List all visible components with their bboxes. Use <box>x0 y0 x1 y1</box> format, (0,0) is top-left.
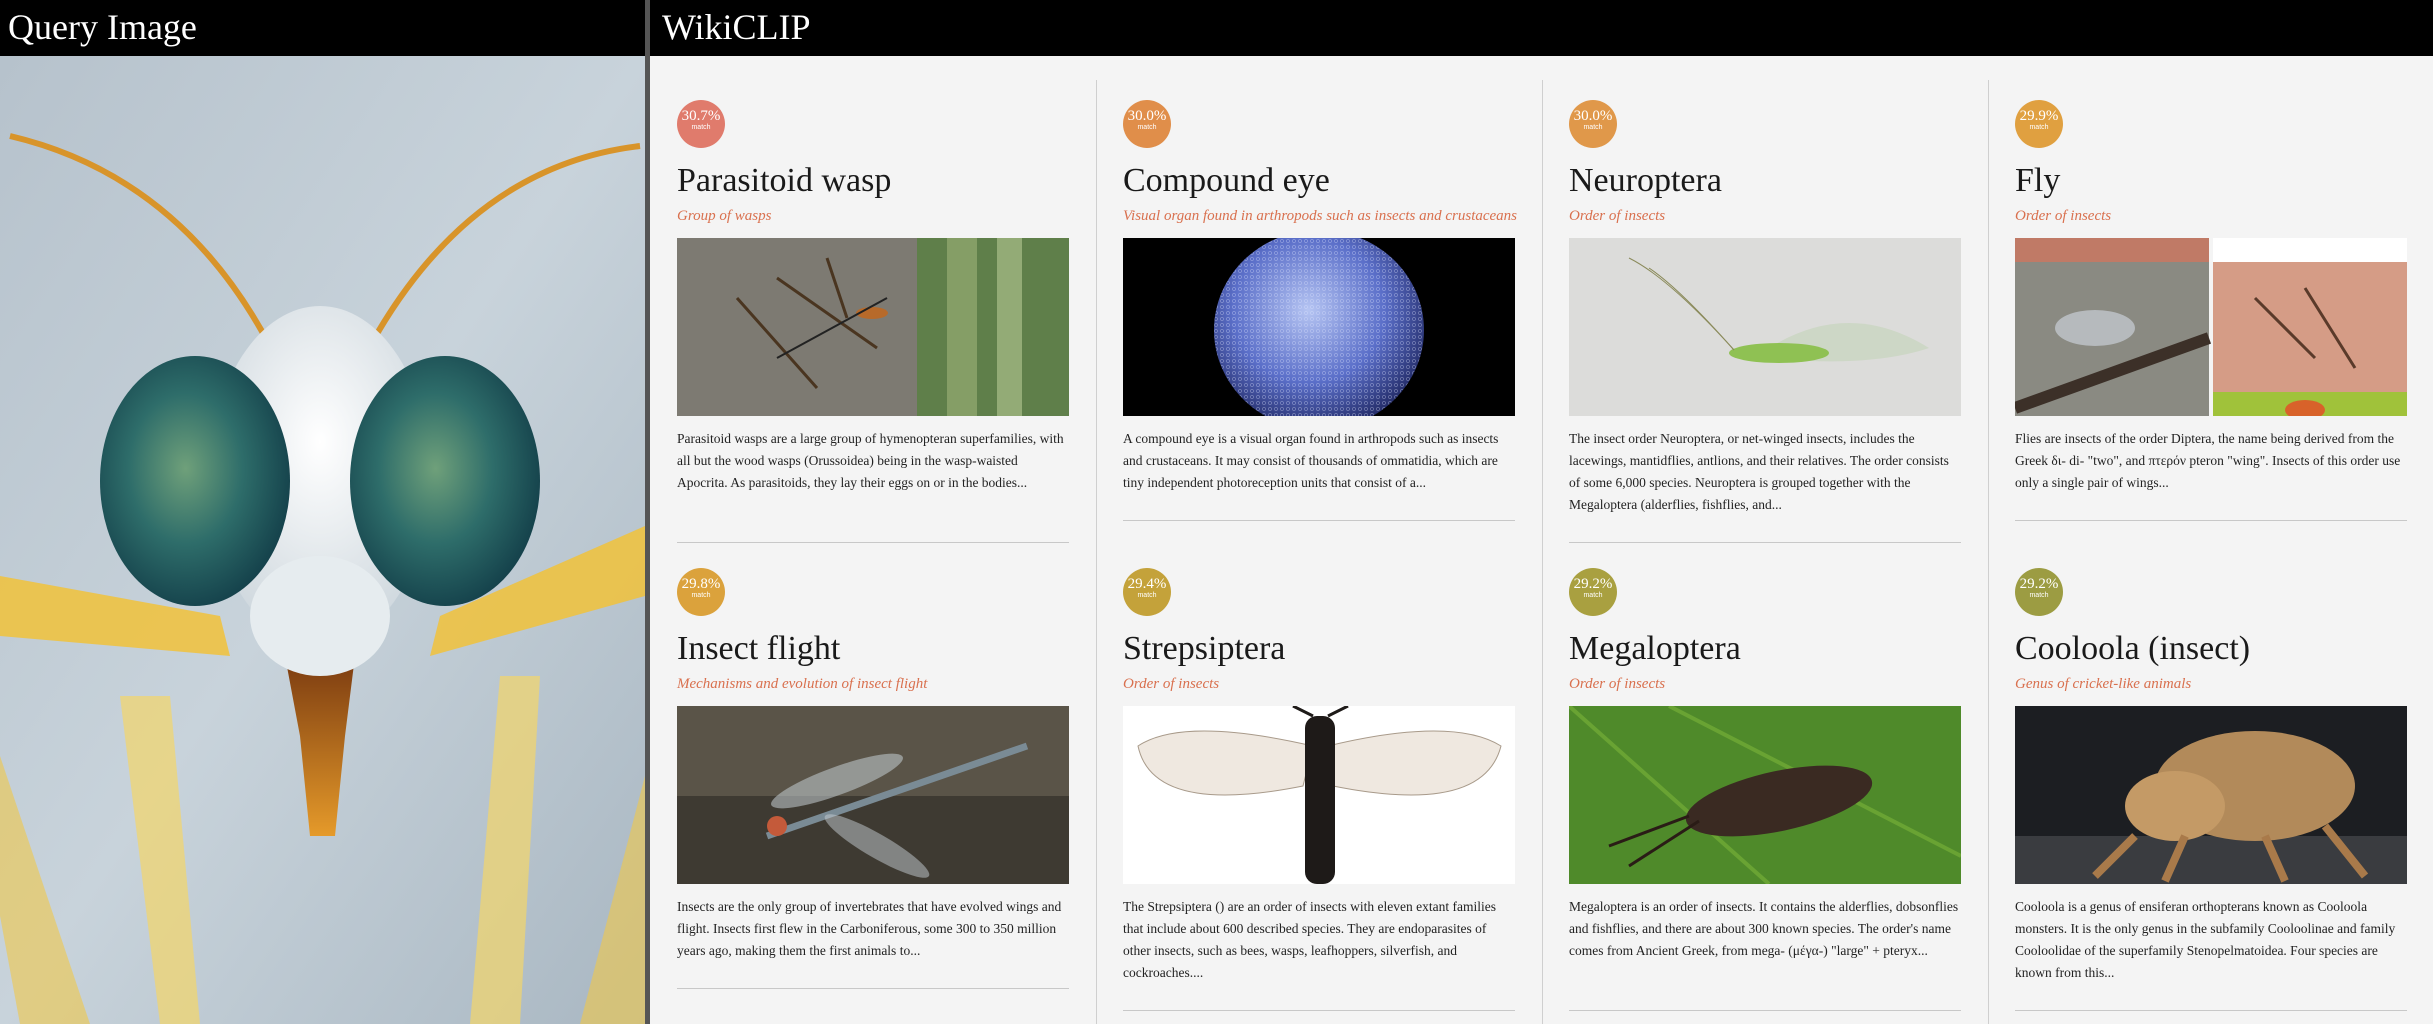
card-divider <box>2015 1010 2407 1011</box>
result-card[interactable]: 29.9% match Fly Order of insects Flies a… <box>2015 100 2407 560</box>
result-subtitle: Order of insects <box>2015 208 2112 224</box>
results-grid: 30.7% match Parasitoid wasp Group of was… <box>650 56 2433 1024</box>
match-score: 29.9% <box>2019 108 2059 124</box>
result-card[interactable]: 29.8% match Insect flight Mechanisms and… <box>677 568 1069 1024</box>
match-score: 30.0% <box>1127 108 1167 124</box>
result-image[interactable] <box>2015 706 2407 884</box>
match-score-badge: 29.2% match <box>2015 568 2063 616</box>
card-divider <box>677 988 1069 989</box>
match-score: 29.2% <box>2019 576 2059 592</box>
result-image[interactable] <box>1123 238 1515 416</box>
column-divider <box>1988 80 1989 1024</box>
result-card[interactable]: 30.7% match Parasitoid wasp Group of was… <box>677 100 1069 560</box>
card-divider <box>1123 1010 1515 1011</box>
match-score-badge: 29.2% match <box>1569 568 1617 616</box>
result-subtitle: Genus of cricket-like animals <box>2015 676 2192 692</box>
result-title[interactable]: Fly <box>2015 162 2060 200</box>
result-subtitle: Order of insects <box>1123 676 1220 692</box>
result-title[interactable]: Neuroptera <box>1569 162 1722 200</box>
query-image <box>0 56 645 1024</box>
result-title[interactable]: Parasitoid wasp <box>677 162 891 200</box>
result-card[interactable]: 29.2% match Cooloola (insect) Genus of c… <box>2015 568 2407 1024</box>
card-divider <box>1123 520 1515 521</box>
result-description: Flies are insects of the order Diptera, … <box>2015 431 2401 490</box>
result-description: Cooloola is a genus of ensiferan orthopt… <box>2015 899 2396 980</box>
result-description: Insects are the only group of invertebra… <box>677 899 1062 958</box>
query-panel-title: Query Image <box>0 0 645 56</box>
results-panel-title: WikiCLIP <box>650 0 2433 56</box>
match-label: match <box>2029 124 2049 131</box>
column-divider <box>1542 80 1543 1024</box>
match-label: match <box>691 124 711 131</box>
match-score-badge: 30.0% match <box>1123 100 1171 148</box>
match-label: match <box>1583 592 1603 599</box>
result-title[interactable]: Cooloola (insect) <box>2015 630 2250 668</box>
result-subtitle: Order of insects <box>1569 676 1666 692</box>
match-label: match <box>2029 592 2049 599</box>
query-panel: Query Image <box>0 0 645 1024</box>
result-subtitle: Visual organ found in arthropods such as… <box>1123 208 1518 224</box>
result-card[interactable]: 29.2% match Megaloptera Order of insects… <box>1569 568 1961 1024</box>
match-label: match <box>1137 124 1157 131</box>
result-card[interactable]: 30.0% match Neuroptera Order of insects … <box>1569 100 1961 560</box>
match-score: 30.7% <box>681 108 721 124</box>
card-divider <box>677 542 1069 543</box>
match-score-badge: 29.8% match <box>677 568 725 616</box>
result-title[interactable]: Strepsiptera <box>1123 630 1285 668</box>
result-description: The Strepsiptera () are an order of inse… <box>1123 899 1496 980</box>
result-image[interactable] <box>1569 706 1961 884</box>
match-score-badge: 29.4% match <box>1123 568 1171 616</box>
card-divider <box>2015 520 2407 521</box>
match-score-badge: 30.7% match <box>677 100 725 148</box>
match-score-badge: 30.0% match <box>1569 100 1617 148</box>
card-divider <box>1569 1010 1961 1011</box>
result-description: The insect order Neuroptera, or net-wing… <box>1569 431 1949 512</box>
match-score: 29.4% <box>1127 576 1167 592</box>
result-title[interactable]: Compound eye <box>1123 162 1330 200</box>
card-divider <box>1569 542 1961 543</box>
result-description: Megaloptera is an order of insects. It c… <box>1569 899 1959 958</box>
result-image[interactable] <box>1569 238 1961 416</box>
match-score: 30.0% <box>1573 108 1613 124</box>
match-score: 29.8% <box>681 576 721 592</box>
match-label: match <box>691 592 711 599</box>
result-image[interactable] <box>1123 706 1515 884</box>
match-score-badge: 29.9% match <box>2015 100 2063 148</box>
match-label: match <box>1137 592 1157 599</box>
result-title[interactable]: Insect flight <box>677 630 840 668</box>
column-divider <box>1096 80 1097 1024</box>
result-subtitle: Mechanisms and evolution of insect fligh… <box>677 676 928 692</box>
results-panel: WikiCLIP 30.7% match Parasitoid wasp Gro… <box>650 0 2433 1024</box>
result-card[interactable]: 29.4% match Strepsiptera Order of insect… <box>1123 568 1515 1024</box>
match-label: match <box>1583 124 1603 131</box>
result-subtitle: Order of insects <box>1569 208 1666 224</box>
result-image[interactable] <box>2015 238 2407 416</box>
result-subtitle: Group of wasps <box>677 208 772 224</box>
result-image[interactable] <box>677 706 1069 884</box>
result-image[interactable] <box>677 238 1069 416</box>
result-card[interactable]: 30.0% match Compound eye Visual organ fo… <box>1123 100 1518 560</box>
result-title[interactable]: Megaloptera <box>1569 630 1741 668</box>
result-description: A compound eye is a visual organ found i… <box>1123 431 1499 490</box>
result-description: Parasitoid wasps are a large group of hy… <box>677 431 1064 490</box>
match-score: 29.2% <box>1573 576 1613 592</box>
